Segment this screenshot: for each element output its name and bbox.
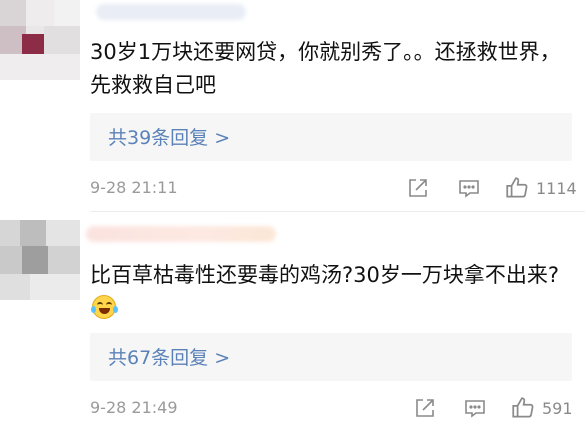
like-button[interactable]: 1114	[504, 174, 577, 202]
comment-text-body: 比百草枯毒性还要毒的鸡汤?30岁一万块拿不出来?	[90, 263, 560, 287]
username-blurred[interactable]	[86, 226, 276, 242]
view-replies-link[interactable]: 共39条回复 >	[108, 123, 230, 150]
thumbs-up-icon	[506, 177, 528, 198]
avatar[interactable]	[0, 220, 80, 300]
comment-icon	[459, 180, 479, 198]
replies-box[interactable]: 共67条回复 >	[90, 333, 572, 381]
share-button[interactable]	[404, 174, 432, 202]
thumbs-up-icon	[512, 397, 534, 418]
comment-button[interactable]	[455, 174, 483, 202]
comment-time: 9-28 21:49	[90, 398, 178, 417]
comment-icon	[465, 400, 485, 418]
comment-text: 比百草枯毒性还要毒的鸡汤?30岁一万块拿不出来?	[90, 259, 570, 325]
share-icon	[416, 399, 434, 417]
avatar[interactable]	[0, 0, 80, 80]
like-count: 591	[542, 398, 573, 418]
comment-text: 30岁1万块还要网贷，你就别秀了。。还拯救世界，先救救自己吧	[90, 40, 561, 97]
comment-divider	[90, 211, 585, 212]
view-replies-link[interactable]: 共67条回复 >	[108, 343, 230, 370]
comment-time: 9-28 21:11	[90, 178, 178, 197]
replies-box[interactable]: 共39条回复 >	[90, 113, 572, 161]
like-button[interactable]: 591	[510, 394, 573, 422]
share-button[interactable]	[411, 394, 439, 422]
like-count: 1114	[536, 178, 577, 198]
laugh-cry-emoji-icon	[91, 295, 118, 319]
username-blurred[interactable]	[96, 4, 246, 20]
comment-button[interactable]	[461, 394, 489, 422]
share-icon	[409, 179, 427, 197]
